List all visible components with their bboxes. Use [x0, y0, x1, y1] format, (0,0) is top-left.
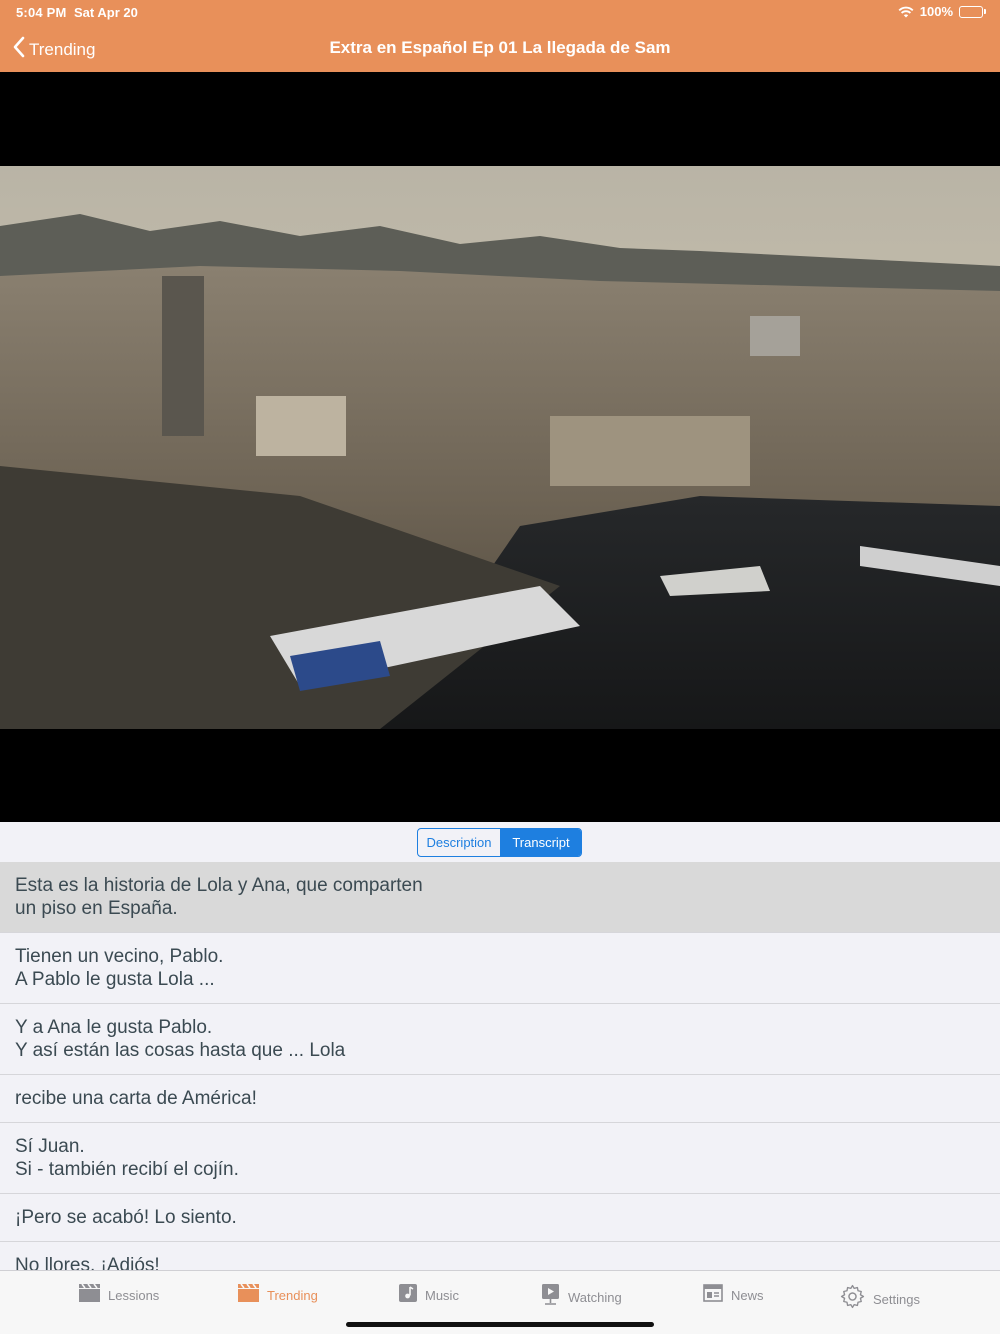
transcript-row[interactable]: Y a Ana le gusta Pablo. Y así están las … [0, 1004, 1000, 1075]
page-title: Extra en Español Ep 01 La llegada de Sam [329, 38, 671, 57]
music-note-icon [399, 1284, 417, 1307]
transcript-line: No llores, ¡Adiós! [15, 1255, 160, 1270]
tab-news[interactable]: News [703, 1284, 764, 1307]
transcript-line: Esta es la historia de Lola y Ana, que c… [15, 875, 423, 896]
home-indicator[interactable] [346, 1322, 654, 1327]
transcript-row[interactable]: Tienen un vecino, Pablo. A Pablo le gust… [0, 933, 1000, 1004]
transcript-row[interactable]: ¡Pero se acabó! Lo siento. [0, 1194, 1000, 1242]
transcript-line: Si - también recibí el cojín. [15, 1159, 239, 1180]
navigation-bar: 5:04 PM Sat Apr 20 100% Trending Extra e… [0, 0, 1000, 72]
status-indicators: 100% [898, 4, 986, 19]
transcript-line: Y a Ana le gusta Pablo. [15, 1017, 213, 1038]
transcript-line: Y así están las cosas hasta que ... Lola [15, 1040, 346, 1061]
video-frame[interactable] [0, 166, 1000, 729]
back-button[interactable]: Trending [12, 36, 95, 63]
transcript-line: Sí Juan. [15, 1136, 85, 1157]
video-player[interactable] [0, 72, 1000, 822]
clapperboard-icon [238, 1283, 259, 1307]
tab-label: Watching [568, 1290, 622, 1305]
tab-settings[interactable]: Settings [840, 1284, 920, 1314]
tab-bar: Lessions Trending Music Watching News Se… [0, 1270, 1000, 1334]
tab-transcript[interactable]: Transcript [501, 829, 581, 856]
play-screen-icon [541, 1284, 560, 1311]
tab-label: News [731, 1288, 764, 1303]
tab-music[interactable]: Music [399, 1284, 459, 1307]
battery-icon [959, 5, 986, 18]
transcript-line: un piso en España. [15, 898, 178, 919]
transcript-row[interactable]: Esta es la historia de Lola y Ana, que c… [0, 862, 1000, 933]
segment-bar: Description Transcript [0, 822, 1000, 862]
tab-label: Settings [873, 1291, 920, 1307]
transcript-row[interactable]: Sí Juan. Si - también recibí el cojín. [0, 1123, 1000, 1194]
tab-trending[interactable]: Trending [238, 1283, 318, 1307]
transcript-line: ¡Pero se acabó! Lo siento. [15, 1207, 237, 1228]
transcript-row[interactable]: No llores, ¡Adiós! [0, 1242, 1000, 1270]
status-date: Sat Apr 20 [74, 5, 138, 20]
transcript-row[interactable]: recibe una carta de América! [0, 1075, 1000, 1123]
transcript-list[interactable]: Esta es la historia de Lola y Ana, que c… [0, 862, 1000, 1270]
segmented-control[interactable]: Description Transcript [417, 828, 582, 857]
battery-percent: 100% [919, 4, 953, 19]
tab-watching[interactable]: Watching [541, 1284, 622, 1311]
tab-label: Lessions [108, 1288, 160, 1303]
tab-label: Trending [267, 1288, 318, 1303]
transcript-line: A Pablo le gusta Lola ... [15, 969, 215, 990]
tab-lessions[interactable]: Lessions [79, 1283, 160, 1307]
transcript-line: Tienen un vecino, Pablo. [15, 946, 224, 967]
tab-description[interactable]: Description [418, 829, 501, 856]
gear-icon [840, 1284, 865, 1314]
back-label: Trending [29, 39, 96, 59]
wifi-icon [898, 6, 914, 18]
clapperboard-icon [79, 1283, 100, 1307]
chevron-left-icon [12, 36, 25, 63]
newspaper-icon [703, 1284, 723, 1307]
status-time: 5:04 PM [16, 5, 67, 20]
transcript-line: recibe una carta de América! [15, 1088, 257, 1109]
tab-label: Music [425, 1288, 459, 1303]
